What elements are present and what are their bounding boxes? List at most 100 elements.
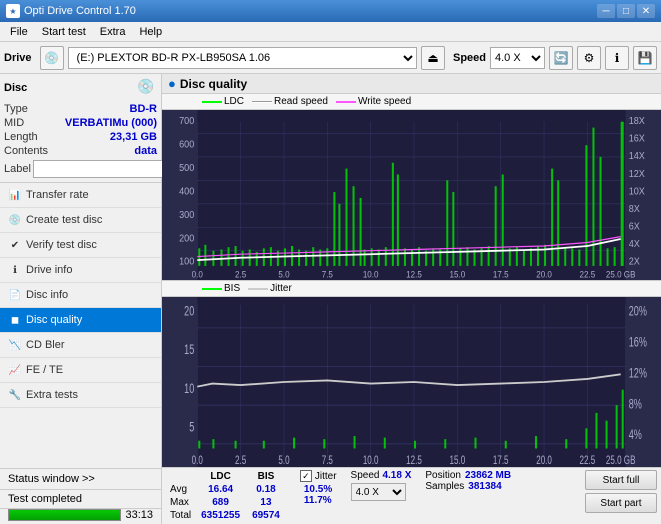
drive-select[interactable]: (E:) PLEXTOR BD-R PX-LB950SA 1.06 (68, 47, 417, 69)
svg-text:4X: 4X (629, 239, 640, 251)
disc-info-label: Disc info (26, 289, 68, 301)
save-button[interactable]: 💾 (633, 46, 657, 70)
menu-file[interactable]: File (4, 24, 34, 40)
status-window-button[interactable]: Status window >> (0, 468, 161, 489)
start-full-button[interactable]: Start full (585, 470, 657, 490)
bottom-chart-svg: 20 15 10 5 20% 16% 12% 8% 4% (162, 297, 661, 467)
status-text: Test completed (8, 493, 82, 505)
info-button[interactable]: ℹ (605, 46, 629, 70)
svg-text:18X: 18X (629, 115, 646, 127)
fe-te-label: FE / TE (26, 364, 63, 376)
legend-write-speed: Write speed (336, 96, 411, 107)
sidebar-item-verify-test-disc[interactable]: ✔ Verify test disc (0, 233, 161, 258)
sidebar-item-disc-quality[interactable]: ◼ Disc quality (0, 308, 161, 333)
disc-title: Disc (4, 82, 27, 94)
speed-select-stats[interactable]: 4.0 X (351, 483, 406, 501)
avg-ldc-val: 16.64 (195, 483, 246, 496)
menu-start-test[interactable]: Start test (36, 24, 92, 40)
speed-section: Speed 4.18 X 4.0 X (351, 470, 412, 501)
length-value: 23,31 GB (110, 131, 157, 143)
svg-text:17.5: 17.5 (493, 454, 509, 467)
menu-extra[interactable]: Extra (94, 24, 132, 40)
legend-ldc-label: LDC (224, 96, 244, 107)
jitter-max-val: 11.7% (304, 495, 337, 506)
svg-text:10.0: 10.0 (363, 269, 379, 280)
maximize-button[interactable]: □ (617, 4, 635, 18)
svg-text:6X: 6X (629, 221, 640, 233)
app-icon: ★ (6, 4, 20, 18)
svg-text:15.0: 15.0 (450, 454, 466, 467)
cd-bler-icon: 📉 (8, 338, 22, 352)
svg-text:15.0: 15.0 (450, 269, 466, 280)
svg-text:10: 10 (184, 381, 194, 396)
eject-button[interactable]: ⏏ (421, 46, 445, 70)
close-button[interactable]: ✕ (637, 4, 655, 18)
chart-header-title: Disc quality (180, 77, 247, 91)
jitter-color-swatch (248, 288, 268, 290)
legend-read-label: Read speed (274, 96, 328, 107)
speed-label: Speed (351, 470, 380, 481)
create-test-disc-icon: 💿 (8, 213, 22, 227)
svg-text:15: 15 (184, 342, 194, 357)
title-bar: ★ Opti Drive Control 1.70 ─ □ ✕ (0, 0, 661, 22)
speed-select[interactable]: 4.0 X (490, 47, 545, 69)
app-title: Opti Drive Control 1.70 (24, 5, 136, 17)
speed-value: 4.18 X (382, 470, 411, 481)
sidebar-item-drive-info[interactable]: ℹ Drive info (0, 258, 161, 283)
sidebar-item-transfer-rate[interactable]: 📊 Transfer rate (0, 183, 161, 208)
jitter-section: ✓ Jitter 10.5% 11.7% (300, 470, 337, 506)
total-label: Total (166, 509, 195, 522)
jitter-checkbox[interactable]: ✓ (300, 470, 312, 482)
position-section: Position 23862 MB Samples 381384 (425, 470, 511, 492)
samples-value: 381384 (468, 481, 501, 492)
svg-text:22.5: 22.5 (580, 454, 596, 467)
legend-jitter: Jitter (248, 283, 292, 294)
jitter-avg-val: 10.5% (304, 484, 337, 495)
refresh-button[interactable]: 🔄 (549, 46, 573, 70)
svg-text:10X: 10X (629, 186, 646, 198)
sidebar-item-cd-bler[interactable]: 📉 CD Bler (0, 333, 161, 358)
top-chart-legend: LDC Read speed Write speed (162, 94, 661, 110)
sidebar-item-disc-info[interactable]: 📄 Disc info (0, 283, 161, 308)
stats-area: LDC BIS Avg 16.64 0.18 Max 689 13 Tota (162, 467, 661, 524)
svg-text:16X: 16X (629, 133, 646, 145)
svg-text:17.5: 17.5 (493, 269, 509, 280)
verify-test-disc-icon: ✔ (8, 238, 22, 252)
jitter-header: ✓ Jitter (300, 470, 337, 482)
type-label: Type (4, 103, 28, 115)
minimize-button[interactable]: ─ (597, 4, 615, 18)
svg-text:0.0: 0.0 (192, 454, 203, 467)
main-layout: Disc 💿 Type BD-R MID VERBATIMu (000) Len… (0, 74, 661, 524)
legend-write-label: Write speed (358, 96, 411, 107)
read-color-swatch (252, 101, 272, 103)
svg-text:600: 600 (179, 139, 195, 151)
menu-help[interactable]: Help (133, 24, 168, 40)
nav-items: 📊 Transfer rate 💿 Create test disc ✔ Ver… (0, 183, 161, 468)
extra-tests-icon: 🔧 (8, 388, 22, 402)
ldc-color-swatch (202, 101, 222, 103)
label-input[interactable] (33, 160, 171, 178)
disc-panel-icon[interactable]: 💿 (137, 78, 157, 98)
sidebar: Disc 💿 Type BD-R MID VERBATIMu (000) Len… (0, 74, 162, 524)
max-bis-val: 13 (246, 496, 286, 509)
ldc-col-header: LDC (195, 470, 246, 483)
sidebar-item-create-test-disc[interactable]: 💿 Create test disc (0, 208, 161, 233)
drive-icon-btn[interactable]: 💿 (40, 46, 64, 70)
svg-text:200: 200 (179, 233, 195, 245)
create-test-disc-label: Create test disc (26, 214, 102, 226)
label-label: Label (4, 163, 31, 175)
status-window-label: Status window >> (8, 473, 95, 485)
position-label: Position (425, 470, 461, 481)
bottom-chart-container: 20 15 10 5 20% 16% 12% 8% 4% (162, 297, 661, 467)
cd-bler-label: CD Bler (26, 339, 65, 351)
total-bis-val: 69574 (246, 509, 286, 522)
sidebar-item-extra-tests[interactable]: 🔧 Extra tests (0, 383, 161, 408)
position-value: 23862 MB (465, 470, 511, 481)
total-ldc-val: 6351255 (195, 509, 246, 522)
sidebar-item-fe-te[interactable]: 📈 FE / TE (0, 358, 161, 383)
bis-col-header: BIS (246, 470, 286, 483)
disc-quality-label: Disc quality (26, 314, 82, 326)
max-label: Max (166, 496, 195, 509)
start-part-button[interactable]: Start part (585, 493, 657, 513)
settings-button[interactable]: ⚙ (577, 46, 601, 70)
